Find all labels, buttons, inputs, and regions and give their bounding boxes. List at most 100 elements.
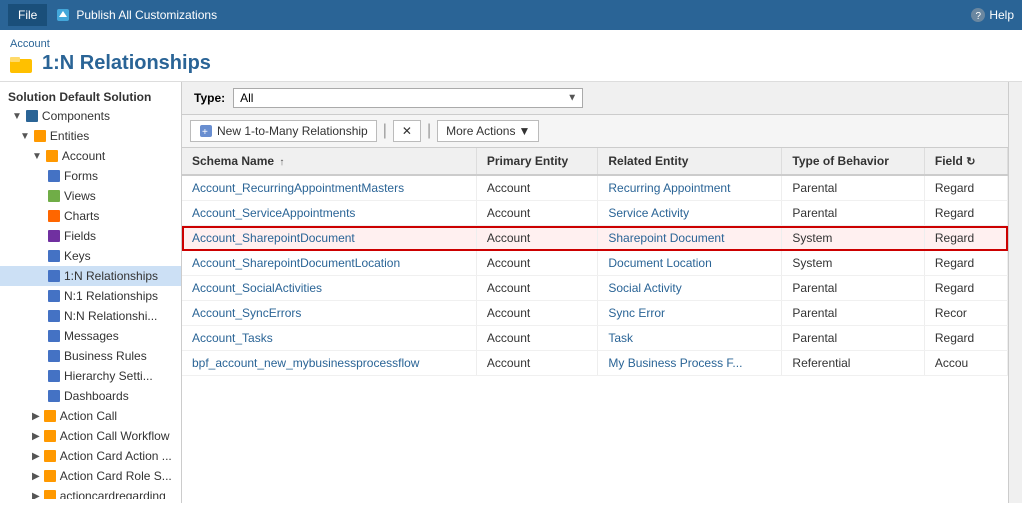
views-icon bbox=[48, 190, 60, 202]
table-row[interactable]: Account_SocialActivitiesAccountSocial Ac… bbox=[182, 276, 1008, 301]
primary-entity-cell: Account bbox=[476, 175, 598, 201]
table-row[interactable]: Account_RecurringAppointmentMastersAccou… bbox=[182, 175, 1008, 201]
field-cell: Regard bbox=[924, 175, 1007, 201]
field-cell: Regard bbox=[924, 226, 1007, 251]
related-entity-cell[interactable]: Social Activity bbox=[598, 276, 782, 301]
field-cell: Accou bbox=[924, 351, 1007, 376]
sidebar-item-action-card-role[interactable]: ▶ Action Card Role S... bbox=[0, 466, 181, 486]
col-schema-label: Schema Name bbox=[192, 154, 274, 168]
sidebar-item-n1-relationships[interactable]: N:1 Relationships bbox=[0, 286, 181, 306]
col-header-related[interactable]: Related Entity bbox=[598, 148, 782, 175]
scrollbar[interactable] bbox=[1008, 82, 1022, 503]
sidebar-item-account[interactable]: ▼ Account bbox=[0, 146, 181, 166]
publish-customizations-button[interactable]: Publish All Customizations bbox=[55, 7, 217, 23]
sidebar-label: Hierarchy Setti... bbox=[64, 369, 153, 383]
schema-name-cell[interactable]: Account_SharepointDocument bbox=[182, 226, 476, 251]
sidebar-label: Business Rules bbox=[64, 349, 147, 363]
sidebar-scroll[interactable]: Solution Default Solution ▼ Components ▼… bbox=[0, 86, 181, 499]
related-entity-cell[interactable]: Sync Error bbox=[598, 301, 782, 326]
primary-entity-cell: Account bbox=[476, 276, 598, 301]
table-row[interactable]: Account_SyncErrorsAccountSync ErrorParen… bbox=[182, 301, 1008, 326]
schema-name-cell[interactable]: Account_Tasks bbox=[182, 326, 476, 351]
col-header-behavior[interactable]: Type of Behavior bbox=[782, 148, 924, 175]
breadcrumb[interactable]: Account bbox=[10, 38, 50, 50]
expand-arrow: ▶ bbox=[32, 411, 40, 422]
table-row[interactable]: Account_ServiceAppointmentsAccountServic… bbox=[182, 201, 1008, 226]
type-select[interactable]: All Custom System bbox=[233, 88, 583, 108]
schema-name-cell[interactable]: Account_SyncErrors bbox=[182, 301, 476, 326]
delete-button[interactable]: ✕ bbox=[393, 120, 421, 142]
help-button[interactable]: ? Help bbox=[970, 7, 1014, 23]
business-rules-icon bbox=[48, 350, 60, 362]
page-title-area: 1:N Relationships bbox=[0, 50, 1022, 82]
expand-arrow: ▶ bbox=[32, 451, 40, 462]
sidebar-label: Action Call Workflow bbox=[60, 429, 170, 443]
behavior-cell: System bbox=[782, 226, 924, 251]
sidebar-item-views[interactable]: Views bbox=[0, 186, 181, 206]
sidebar-item-fields[interactable]: Fields bbox=[0, 226, 181, 246]
refresh-icon[interactable]: ↻ bbox=[966, 156, 975, 168]
table-row[interactable]: Account_TasksAccountTaskParentalRegard bbox=[182, 326, 1008, 351]
schema-name-cell[interactable]: Account_RecurringAppointmentMasters bbox=[182, 175, 476, 201]
schema-name-cell[interactable]: bpf_account_new_mybusinessprocessflow bbox=[182, 351, 476, 376]
expand-arrow: ▼ bbox=[12, 111, 22, 122]
table-row[interactable]: Account_SharepointDocumentLocationAccoun… bbox=[182, 251, 1008, 276]
messages-icon bbox=[48, 330, 60, 342]
col-header-schema[interactable]: Schema Name ↑ bbox=[182, 148, 476, 175]
related-entity-cell[interactable]: Service Activity bbox=[598, 201, 782, 226]
sidebar-item-actioncardregarding[interactable]: ▶ actioncardregarding bbox=[0, 486, 181, 499]
related-entity-cell[interactable]: Recurring Appointment bbox=[598, 175, 782, 201]
sidebar-label: Messages bbox=[64, 329, 119, 343]
col-header-primary[interactable]: Primary Entity bbox=[476, 148, 598, 175]
type-row: Type: All Custom System bbox=[182, 82, 1008, 115]
more-actions-button[interactable]: More Actions ▼ bbox=[437, 120, 539, 142]
sidebar-label: Action Card Role S... bbox=[60, 469, 172, 483]
related-entity-cell[interactable]: My Business Process F... bbox=[598, 351, 782, 376]
schema-name-cell[interactable]: Account_ServiceAppointments bbox=[182, 201, 476, 226]
sidebar-item-entities[interactable]: ▼ Entities bbox=[0, 126, 181, 146]
sidebar-item-nn-relationships[interactable]: N:N Relationshi... bbox=[0, 306, 181, 326]
account-icon bbox=[46, 150, 58, 162]
table-row[interactable]: Account_SharepointDocumentAccountSharepo… bbox=[182, 226, 1008, 251]
sidebar-label: Dashboards bbox=[64, 389, 129, 403]
sidebar-item-forms[interactable]: Forms bbox=[0, 166, 181, 186]
publish-label: Publish All Customizations bbox=[76, 8, 217, 22]
sidebar-label: Action Call bbox=[60, 409, 117, 423]
entities-icon bbox=[34, 130, 46, 142]
new-relationship-button[interactable]: + New 1-to-Many Relationship bbox=[190, 120, 377, 142]
keys-icon bbox=[48, 250, 60, 262]
help-label: Help bbox=[989, 8, 1014, 22]
content-area: Type: All Custom System + New 1-to-Many … bbox=[182, 82, 1008, 503]
action-call-icon bbox=[44, 410, 56, 422]
main-layout: Solution Default Solution ▼ Components ▼… bbox=[0, 82, 1022, 503]
fields-icon bbox=[48, 230, 60, 242]
col-header-field[interactable]: Field ↻ bbox=[924, 148, 1007, 175]
sidebar-item-charts[interactable]: Charts bbox=[0, 206, 181, 226]
sidebar-item-keys[interactable]: Keys bbox=[0, 246, 181, 266]
sidebar-item-components[interactable]: ▼ Components bbox=[0, 106, 181, 126]
type-select-wrapper[interactable]: All Custom System bbox=[233, 88, 583, 108]
table-row[interactable]: bpf_account_new_mybusinessprocessflow Acc… bbox=[182, 351, 1008, 376]
sidebar-item-hierarchy[interactable]: Hierarchy Setti... bbox=[0, 366, 181, 386]
table-header-row: Schema Name ↑ Primary Entity Related Ent… bbox=[182, 148, 1008, 175]
sidebar-item-messages[interactable]: Messages bbox=[0, 326, 181, 346]
hierarchy-icon bbox=[48, 370, 60, 382]
schema-name-cell[interactable]: Account_SocialActivities bbox=[182, 276, 476, 301]
sidebar-item-action-call-workflow[interactable]: ▶ Action Call Workflow bbox=[0, 426, 181, 446]
file-button[interactable]: File bbox=[8, 4, 47, 26]
primary-entity-cell: Account bbox=[476, 301, 598, 326]
sidebar-item-1n-relationships[interactable]: 1:N Relationships bbox=[0, 266, 181, 286]
primary-entity-cell: Account bbox=[476, 326, 598, 351]
sidebar-label: Forms bbox=[64, 169, 98, 183]
schema-name-cell[interactable]: Account_SharepointDocumentLocation bbox=[182, 251, 476, 276]
sidebar-item-action-card-action[interactable]: ▶ Action Card Action ... bbox=[0, 446, 181, 466]
sidebar-label: Fields bbox=[64, 229, 96, 243]
related-entity-cell[interactable]: Document Location bbox=[598, 251, 782, 276]
sidebar-item-dashboards[interactable]: Dashboards bbox=[0, 386, 181, 406]
sidebar-item-business-rules[interactable]: Business Rules bbox=[0, 346, 181, 366]
sidebar-item-action-call[interactable]: ▶ Action Call bbox=[0, 406, 181, 426]
related-entity-cell[interactable]: Task bbox=[598, 326, 782, 351]
expand-arrow: ▼ bbox=[32, 151, 42, 162]
table-container[interactable]: Schema Name ↑ Primary Entity Related Ent… bbox=[182, 148, 1008, 503]
related-entity-cell[interactable]: Sharepoint Document bbox=[598, 226, 782, 251]
